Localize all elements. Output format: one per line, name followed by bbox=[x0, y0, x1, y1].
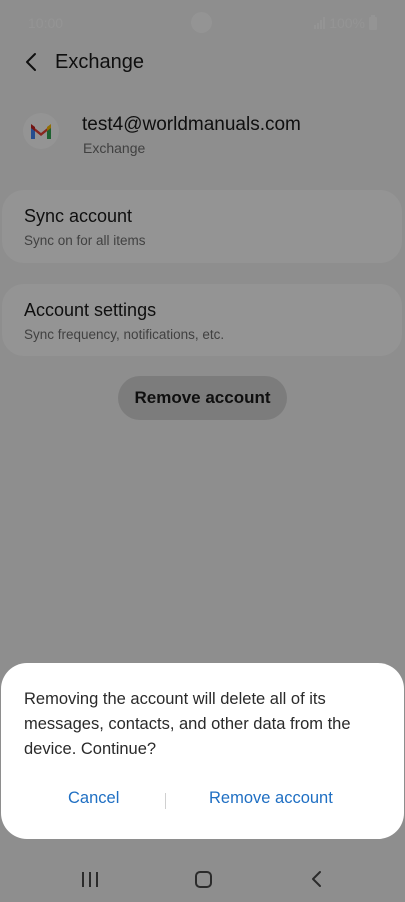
dialog-divider bbox=[165, 793, 166, 809]
dialog-message: Removing the account will delete all of … bbox=[24, 690, 351, 758]
remove-account-dialog: Removing the account will delete all of … bbox=[1, 663, 404, 839]
dialog-actions: Cancel Remove account bbox=[1, 787, 404, 817]
confirm-remove-button[interactable]: Remove account bbox=[209, 789, 333, 808]
cancel-button[interactable]: Cancel bbox=[68, 789, 119, 808]
